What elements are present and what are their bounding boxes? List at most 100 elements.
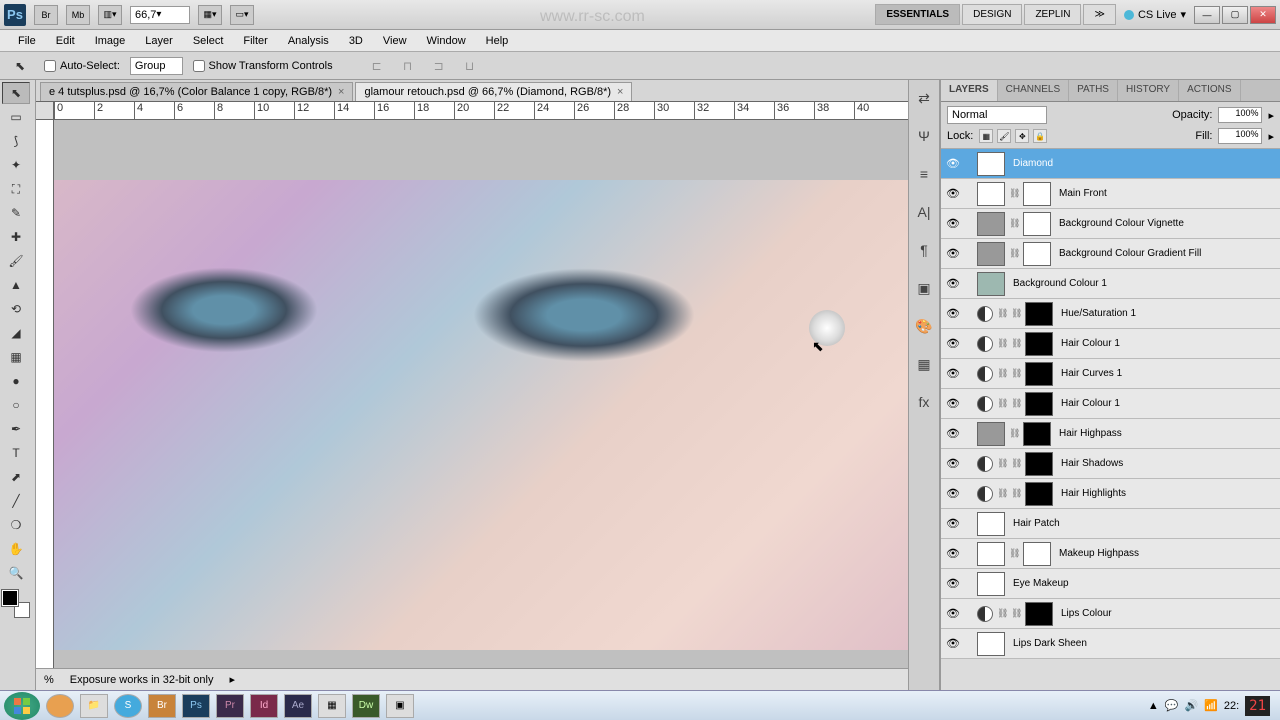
dodge-tool[interactable]: ○ xyxy=(2,394,30,416)
mask-thumbnail[interactable] xyxy=(1025,302,1053,326)
blend-mode-select[interactable]: Normal xyxy=(947,106,1047,124)
view-extras-button[interactable]: ▦▾ xyxy=(198,5,222,25)
menu-help[interactable]: Help xyxy=(476,32,519,50)
eyedropper-tool[interactable]: ✎ xyxy=(2,202,30,224)
minibridge-button[interactable]: Mb xyxy=(66,5,90,25)
layer-row[interactable]: 👁⛓Hair Highpass xyxy=(941,419,1280,449)
close-button[interactable]: ✕ xyxy=(1250,6,1276,24)
menu-3d[interactable]: 3D xyxy=(339,32,373,50)
workspace-essentials[interactable]: ESSENTIALS xyxy=(875,4,960,25)
layer-name-label[interactable]: Hue/Saturation 1 xyxy=(1061,308,1136,319)
layer-row[interactable]: 👁⛓Background Colour Vignette xyxy=(941,209,1280,239)
foreground-color-swatch[interactable] xyxy=(2,590,18,606)
document-tab-1[interactable]: e 4 tutsplus.psd @ 16,7% (Color Balance … xyxy=(40,82,353,101)
layer-thumbnail[interactable] xyxy=(977,422,1005,446)
layer-name-label[interactable]: Hair Highpass xyxy=(1059,428,1122,439)
gradient-tool[interactable]: ▦ xyxy=(2,346,30,368)
menu-analysis[interactable]: Analysis xyxy=(278,32,339,50)
panel-icon[interactable]: ▣ xyxy=(913,278,935,298)
brush-tool[interactable]: 🖌 xyxy=(2,250,30,272)
layer-name-label[interactable]: Hair Patch xyxy=(1013,518,1060,529)
layer-thumbnail[interactable] xyxy=(977,182,1005,206)
layer-thumbnail[interactable] xyxy=(977,212,1005,236)
layer-thumbnail[interactable] xyxy=(977,542,1005,566)
layer-thumbnail[interactable] xyxy=(977,242,1005,266)
layer-row[interactable]: 👁⛓Makeup Highpass xyxy=(941,539,1280,569)
start-button[interactable] xyxy=(4,692,40,720)
visibility-eye-icon[interactable]: 👁 xyxy=(945,546,961,562)
tab-layers[interactable]: LAYERS xyxy=(941,80,998,101)
layer-name-label[interactable]: Eye Makeup xyxy=(1013,578,1069,589)
workspace-design[interactable]: DESIGN xyxy=(962,4,1022,25)
visibility-eye-icon[interactable]: 👁 xyxy=(945,216,961,232)
marquee-tool[interactable]: ▭ xyxy=(2,106,30,128)
layer-name-label[interactable]: Diamond xyxy=(1013,158,1053,169)
eraser-tool[interactable]: ◢ xyxy=(2,322,30,344)
layer-thumbnail[interactable] xyxy=(977,512,1005,536)
taskbar-app-icon[interactable]: ▣ xyxy=(386,694,414,718)
status-arrow-icon[interactable]: ▸ xyxy=(229,673,235,686)
crop-tool[interactable]: ⛶ xyxy=(2,178,30,200)
taskbar-explorer-icon[interactable]: 📁 xyxy=(80,694,108,718)
3d-tool[interactable]: ❍ xyxy=(2,514,30,536)
visibility-eye-icon[interactable]: 👁 xyxy=(945,336,961,352)
lasso-tool[interactable]: ⟆ xyxy=(2,130,30,152)
mask-thumbnail[interactable] xyxy=(1025,452,1053,476)
layer-name-label[interactable]: Hair Colour 1 xyxy=(1061,398,1120,409)
visibility-eye-icon[interactable]: 👁 xyxy=(945,366,961,382)
auto-select-target[interactable]: Group xyxy=(130,57,183,75)
menu-view[interactable]: View xyxy=(373,32,417,50)
taskbar-skype-icon[interactable]: S xyxy=(114,694,142,718)
layer-row[interactable]: 👁⛓⛓Hair Curves 1 xyxy=(941,359,1280,389)
ruler-vertical[interactable] xyxy=(36,120,54,668)
document-tab-2[interactable]: glamour retouch.psd @ 66,7% (Diamond, RG… xyxy=(355,82,632,101)
tray-icon[interactable]: 📶 xyxy=(1204,699,1218,712)
mask-thumbnail[interactable] xyxy=(1023,542,1051,566)
status-zoom[interactable]: % xyxy=(44,674,54,686)
mask-thumbnail[interactable] xyxy=(1023,242,1051,266)
stamp-tool[interactable]: ▲ xyxy=(2,274,30,296)
lock-transparency-icon[interactable]: ▦ xyxy=(979,129,993,143)
pen-tool[interactable]: ✒ xyxy=(2,418,30,440)
mask-thumbnail[interactable] xyxy=(1023,212,1051,236)
menu-layer[interactable]: Layer xyxy=(135,32,183,50)
taskbar-firefox-icon[interactable] xyxy=(46,694,74,718)
panel-icon[interactable]: Ψ xyxy=(913,126,935,146)
taskbar-dreamweaver-icon[interactable]: Dw xyxy=(352,694,380,718)
ruler-origin[interactable] xyxy=(36,102,54,120)
layer-row[interactable]: 👁⛓⛓Hair Colour 1 xyxy=(941,389,1280,419)
tray-icon[interactable]: 💬 xyxy=(1165,699,1179,712)
mask-thumbnail[interactable] xyxy=(1023,182,1051,206)
menu-file[interactable]: File xyxy=(8,32,46,50)
visibility-eye-icon[interactable]: 👁 xyxy=(945,396,961,412)
layer-name-label[interactable]: Hair Shadows xyxy=(1061,458,1123,469)
layer-row[interactable]: 👁⛓⛓Hair Colour 1 xyxy=(941,329,1280,359)
swatches-panel-icon[interactable]: ▦ xyxy=(913,354,935,374)
tab-paths[interactable]: PATHS xyxy=(1069,80,1118,101)
hand-tool[interactable]: ✋ xyxy=(2,538,30,560)
layer-row[interactable]: 👁⛓⛓Hair Shadows xyxy=(941,449,1280,479)
workspace-zeplin[interactable]: ZEPLIN xyxy=(1024,4,1081,25)
tray-time[interactable]: 22: xyxy=(1224,700,1239,712)
type-tool[interactable]: T xyxy=(2,442,30,464)
workspace-more[interactable]: ≫ xyxy=(1083,4,1115,25)
tab-channels[interactable]: CHANNELS xyxy=(998,80,1069,101)
layer-name-label[interactable]: Hair Curves 1 xyxy=(1061,368,1122,379)
visibility-eye-icon[interactable]: 👁 xyxy=(945,636,961,652)
screen-mode-button[interactable]: ▥▾ xyxy=(98,5,122,25)
tray-icon[interactable]: ▲ xyxy=(1148,700,1159,712)
taskbar-premiere-icon[interactable]: Pr xyxy=(216,694,244,718)
mask-thumbnail[interactable] xyxy=(1025,602,1053,626)
layer-thumbnail[interactable] xyxy=(977,152,1005,176)
cs-live-button[interactable]: CS Live ▾ xyxy=(1118,8,1192,21)
ruler-horizontal[interactable]: 0246810121416182022242628303234363840 xyxy=(36,102,908,120)
status-info[interactable]: Exposure works in 32-bit only xyxy=(70,674,214,686)
taskbar-aftereffects-icon[interactable]: Ae xyxy=(284,694,312,718)
menu-window[interactable]: Window xyxy=(417,32,476,50)
character-panel-icon[interactable]: A| xyxy=(913,202,935,222)
menu-select[interactable]: Select xyxy=(183,32,234,50)
layer-name-label[interactable]: Main Front xyxy=(1059,188,1107,199)
lock-pixels-icon[interactable]: 🖌 xyxy=(997,129,1011,143)
layer-row[interactable]: 👁⛓Main Front xyxy=(941,179,1280,209)
layer-row[interactable]: 👁Eye Makeup xyxy=(941,569,1280,599)
